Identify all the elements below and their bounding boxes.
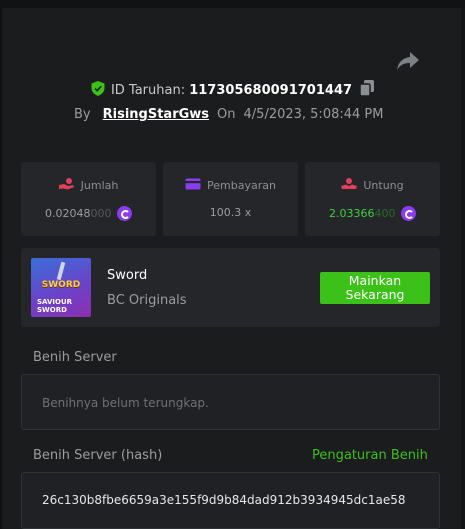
play-now-button[interactable]: Mainkan Sekarang bbox=[320, 272, 430, 304]
server-seed-placeholder: Benihnya belum terungkap. bbox=[42, 396, 209, 410]
stat-amount-value: 0.02048 bbox=[45, 207, 91, 220]
stat-profit-value: 2.03366 bbox=[329, 207, 375, 220]
stat-amount-value-trailing: 000 bbox=[90, 207, 112, 220]
bet-id-label: ID Taruhan: bbox=[110, 83, 186, 98]
play-now-label: Mainkan Sekarang bbox=[345, 273, 405, 302]
on-label: On bbox=[217, 107, 236, 122]
stat-profit: Untung 2.03366400 bbox=[305, 162, 440, 236]
server-seed-field[interactable]: Benihnya belum terungkap. bbox=[21, 374, 440, 430]
server-seed-label: Benih Server bbox=[33, 350, 117, 365]
by-label: By bbox=[74, 107, 91, 122]
copy-icon[interactable] bbox=[359, 80, 375, 97]
coin-icon bbox=[117, 206, 132, 221]
server-seed-hash-value: 26c130b8fbe6659a3e155f9d9b84dad912b39349… bbox=[42, 493, 406, 507]
bet-author-row: By RisingStarGws On 4/5/2023, 5:08:44 PM bbox=[74, 107, 383, 122]
game-name: Sword bbox=[107, 268, 148, 283]
stat-profit-value-trailing: 400 bbox=[374, 207, 396, 220]
card-icon bbox=[185, 178, 201, 190]
top-bar bbox=[0, 0, 465, 8]
seed-settings-link[interactable]: Pengaturan Benih bbox=[312, 448, 428, 463]
stat-profit-label: Untung bbox=[363, 179, 404, 192]
game-thumbnail[interactable]: SWORD SAVIOUR SWORD bbox=[31, 258, 91, 317]
game-card: SWORD SAVIOUR SWORD Sword BC Originals M… bbox=[21, 248, 440, 327]
bet-datetime: 4/5/2023, 5:08:44 PM bbox=[243, 107, 384, 122]
bet-id-row: ID Taruhan: 117305680091701447 bbox=[0, 80, 465, 98]
bet-details-panel: ID Taruhan: 117305680091701447 By RisingS… bbox=[0, 0, 465, 529]
coin-hand-icon bbox=[58, 178, 75, 190]
share-icon[interactable] bbox=[396, 50, 420, 72]
stat-payout: Pembayaran 100.3 x bbox=[163, 162, 298, 236]
stat-payout-value: 100.3 x bbox=[209, 206, 252, 219]
sword-blade-art bbox=[56, 261, 66, 281]
profit-hand-icon bbox=[341, 178, 358, 190]
coin-icon bbox=[401, 206, 416, 221]
game-provider: BC Originals bbox=[107, 293, 187, 308]
username-link[interactable]: RisingStarGws bbox=[103, 107, 209, 122]
stat-amount: Jumlah 0.02048000 bbox=[21, 162, 156, 236]
stat-payout-label: Pembayaran bbox=[207, 179, 276, 192]
bet-id-value: 117305680091701447 bbox=[189, 83, 353, 98]
thumb-subtitle: SAVIOUR SWORD bbox=[37, 298, 73, 314]
thumb-title: SWORD bbox=[41, 280, 81, 290]
stat-amount-label: Jumlah bbox=[80, 179, 119, 192]
verified-shield-icon bbox=[91, 81, 105, 96]
server-seed-hash-label: Benih Server (hash) bbox=[33, 448, 163, 463]
server-seed-hash-field[interactable]: 26c130b8fbe6659a3e155f9d9b84dad912b39349… bbox=[21, 472, 440, 529]
bet-stats: Jumlah 0.02048000 Pembayaran 100.3 x Unt… bbox=[21, 162, 440, 236]
